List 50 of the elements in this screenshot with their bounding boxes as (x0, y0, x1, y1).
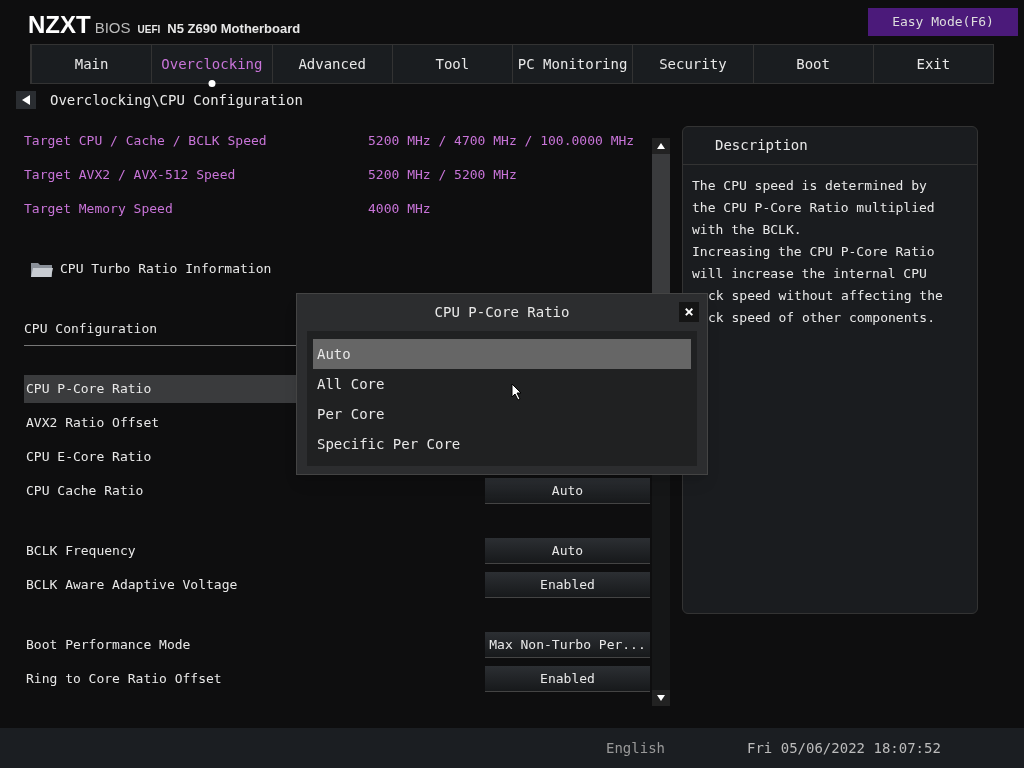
info-value: 4000 MHz (368, 200, 431, 219)
setting-value[interactable]: Auto (485, 478, 650, 504)
close-button[interactable]: × (679, 302, 699, 322)
tab[interactable]: Advanced (271, 45, 392, 83)
tab[interactable]: Security (632, 45, 753, 83)
info-label: Target AVX2 / AVX-512 Speed (24, 166, 237, 185)
brand-logo: NZXT (28, 13, 91, 37)
setting-label[interactable]: CPU E-Core Ratio (24, 443, 296, 471)
dialog-option[interactable]: Per Core (313, 399, 691, 429)
info-value: 5200 MHz / 4700 MHz / 100.0000 MHz (368, 132, 635, 151)
setting-label[interactable]: Ring to Core Ratio Offset (24, 665, 288, 693)
setting-label[interactable]: AVX2 Ratio Offset (24, 409, 296, 437)
setting-label[interactable]: BCLK Aware Adaptive Voltage (24, 571, 288, 599)
dialog-option[interactable]: Auto (313, 339, 691, 369)
breadcrumb: Overclocking\CPU Configuration (50, 90, 303, 110)
info-label: Target CPU / Cache / BCLK Speed (24, 132, 268, 151)
setting-label[interactable]: Boot Performance Mode (24, 631, 288, 659)
language-selector[interactable]: English (606, 737, 665, 759)
setting-value[interactable]: Enabled (485, 572, 650, 598)
dialog-title: CPU P-Core Ratio (434, 303, 570, 322)
scroll-thumb[interactable] (652, 154, 670, 294)
scroll-down-icon[interactable] (657, 695, 665, 701)
setting-label[interactable]: BCLK Frequency (24, 537, 288, 565)
submenu-link[interactable]: CPU Turbo Ratio Information (60, 259, 272, 279)
setting-label[interactable]: CPU P-Core Ratio (24, 375, 296, 403)
dialog-option[interactable]: All Core (313, 369, 691, 399)
setting-value[interactable]: Enabled (485, 666, 650, 692)
tab[interactable]: Boot (752, 45, 873, 83)
board-name: N5 Z690 Motherboard (167, 22, 301, 35)
tab[interactable]: Main (31, 45, 152, 83)
tab[interactable]: Tool (391, 45, 512, 83)
firmware-label: UEFI (137, 25, 161, 35)
back-arrow-icon (22, 95, 30, 105)
scroll-up-icon[interactable] (657, 143, 665, 149)
setting-value[interactable]: Max Non-Turbo Per... (485, 632, 650, 658)
folder-icon (30, 260, 54, 278)
setting-value[interactable]: Auto (485, 538, 650, 564)
info-value: 5200 MHz / 5200 MHz (368, 166, 517, 185)
pointer-icon (511, 383, 523, 401)
product-name: BIOS (94, 20, 131, 35)
back-button[interactable] (16, 91, 36, 109)
setting-label[interactable]: CPU Cache Ratio (24, 477, 288, 505)
info-label: Target Memory Speed (24, 200, 174, 219)
easy-mode-button[interactable]: Easy Mode(F6) (868, 8, 1018, 36)
description-title: Description (715, 136, 808, 155)
tab[interactable]: PC Monitoring (512, 45, 633, 83)
date-time: Fri 05/06/2022 18:07:52 (747, 738, 941, 758)
tab[interactable]: Exit (872, 45, 993, 83)
dialog-option[interactable]: Specific Per Core (313, 429, 691, 459)
section-title: CPU Configuration (24, 319, 158, 338)
